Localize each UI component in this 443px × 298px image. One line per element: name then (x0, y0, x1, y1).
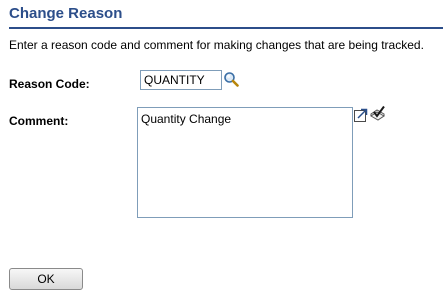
reason-code-input[interactable] (140, 70, 222, 90)
title-divider (9, 27, 443, 29)
ok-button[interactable]: OK (9, 268, 83, 290)
reason-code-label: Reason Code: (9, 77, 90, 91)
comment-textarea[interactable]: Quantity Change (137, 107, 353, 218)
page-title: Change Reason (9, 5, 123, 22)
change-reason-page: Change Reason Enter a reason code and co… (0, 0, 443, 298)
magnifier-lookup-icon[interactable] (223, 71, 239, 87)
spell-check-icon[interactable] (369, 105, 386, 122)
comment-label: Comment: (9, 114, 69, 128)
expand-field-icon[interactable] (354, 108, 368, 122)
instructions-text: Enter a reason code and comment for maki… (9, 38, 424, 52)
